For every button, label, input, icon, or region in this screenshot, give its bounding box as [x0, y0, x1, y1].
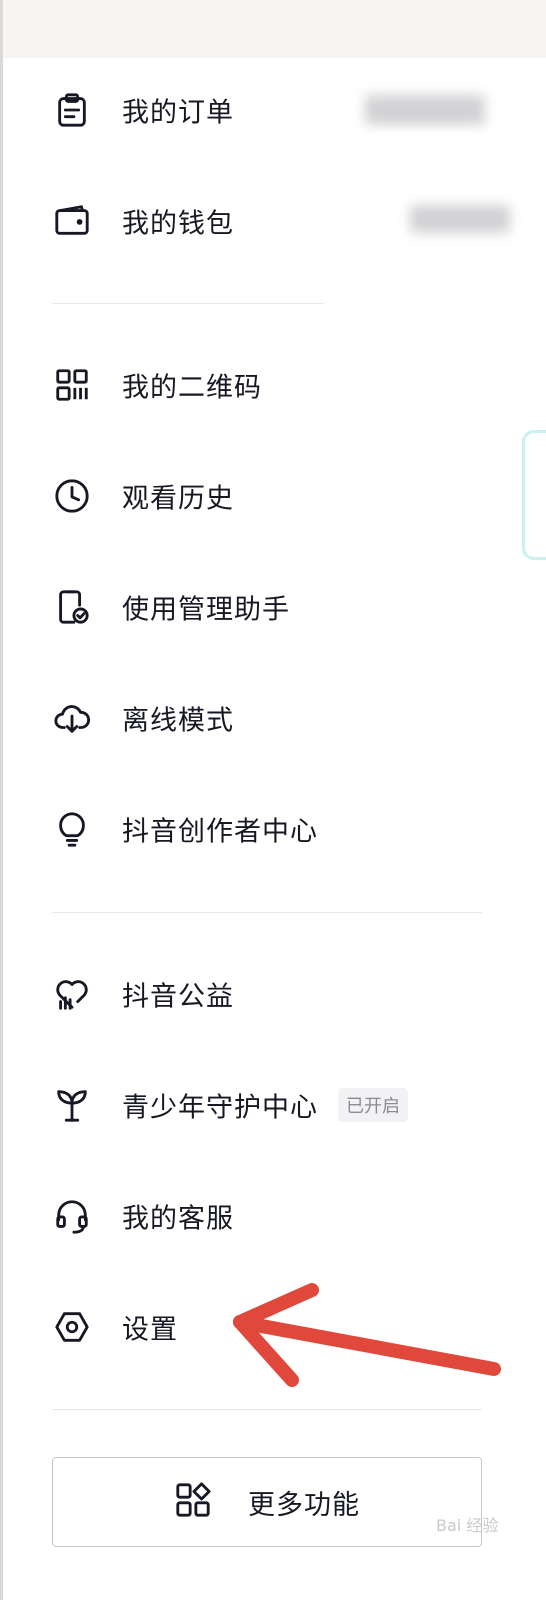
- headset-icon: [50, 1194, 94, 1238]
- phone-check-icon: [50, 585, 94, 629]
- menu-item-settings-label: 设置: [122, 1314, 178, 1346]
- top-strip: [0, 0, 546, 58]
- menu-item-usage-manager-label: 使用管理助手: [122, 594, 290, 626]
- menu-item-service-label: 我的客服: [122, 1203, 234, 1235]
- blurred-value-wallet: [410, 205, 510, 233]
- menu-item-settings[interactable]: 设置: [0, 1292, 500, 1362]
- cloud-download-icon: [50, 696, 94, 740]
- divider: [52, 1409, 482, 1410]
- blurred-value-orders: [365, 95, 485, 125]
- menu-item-qrcode-label: 我的二维码: [122, 372, 262, 404]
- status-badge: 已开启: [338, 1088, 408, 1122]
- menu-item-usage-manager[interactable]: 使用管理助手: [0, 572, 500, 642]
- watermark: Bai 经验: [436, 1516, 499, 1535]
- heart-pulse-icon: [50, 972, 94, 1016]
- menu-item-wallet-label: 我的钱包: [122, 208, 234, 240]
- menu-item-creator-center[interactable]: 抖音创作者中心: [0, 794, 500, 864]
- clock-icon: [50, 474, 94, 518]
- menu-item-qrcode[interactable]: 我的二维码: [0, 350, 500, 420]
- divider: [52, 303, 324, 304]
- more-features-label: 更多功能: [248, 1489, 360, 1521]
- menu-item-offline[interactable]: 离线模式: [0, 683, 500, 753]
- sprout-icon: [50, 1083, 94, 1127]
- more-features-button[interactable]: 更多功能: [52, 1457, 482, 1547]
- wallet-icon: [50, 199, 94, 243]
- hexagon-settings-icon: [50, 1305, 94, 1349]
- menu-item-service[interactable]: 我的客服: [0, 1181, 500, 1251]
- menu-item-charity-label: 抖音公益: [122, 981, 234, 1013]
- menu-item-youth-mode[interactable]: 青少年守护中心 已开启: [0, 1070, 500, 1140]
- divider: [52, 912, 482, 913]
- menu-item-history[interactable]: 观看历史: [0, 461, 500, 531]
- side-panel-edge: [522, 430, 546, 560]
- grid-shapes-icon: [174, 1481, 212, 1523]
- menu-item-creator-center-label: 抖音创作者中心: [122, 816, 318, 848]
- menu-item-offline-label: 离线模式: [122, 705, 234, 737]
- menu-item-orders-label: 我的订单: [122, 97, 234, 129]
- menu-item-history-label: 观看历史: [122, 483, 234, 515]
- qrcode-icon: [50, 363, 94, 407]
- clipboard-icon: [50, 88, 94, 132]
- lightbulb-icon: [50, 807, 94, 851]
- menu-item-youth-mode-label: 青少年守护中心: [122, 1092, 318, 1124]
- menu-item-charity[interactable]: 抖音公益: [0, 959, 500, 1029]
